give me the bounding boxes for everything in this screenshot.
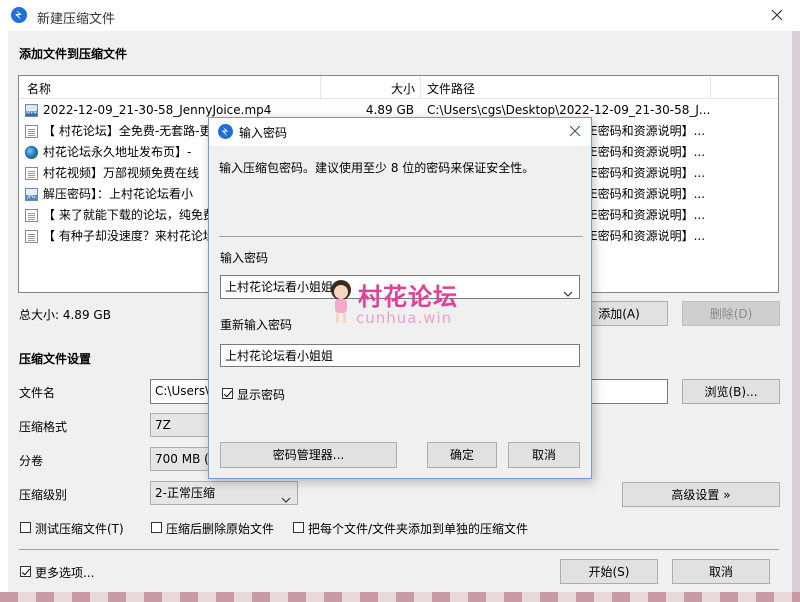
filename-label: 文件名 [19,386,56,400]
window-title: 新建压缩文件 [37,12,116,27]
column-divider [320,76,321,98]
file-name: 【 来了就能下载的论坛，纯免费 [43,208,215,222]
dialog-info-text: 输入压缩包密码。建议使用至少 8 位的密码来保证安全性。 [219,161,535,175]
column-divider [710,76,711,98]
column-divider [420,76,421,98]
dialog-separator [219,236,583,237]
separator [19,549,779,550]
file-name: 解压密码】：上村花论坛看小 [43,187,194,201]
document-icon [25,230,38,243]
chevron-down-icon[interactable] [563,283,573,297]
cancel-button[interactable]: 取消 [672,559,770,584]
level-select-value: 2-正常压缩 [155,486,215,500]
file-name: 村花视频】万部视频免费在线 [43,166,200,180]
separate-archives-checkbox[interactable] [293,522,304,533]
background-strip [792,31,800,602]
test-archive-label[interactable]: 测试压缩文件(T) [35,520,124,537]
watermark-avatar-icon [328,278,354,326]
level-select[interactable]: 2-正常压缩 [150,481,298,505]
ok-button[interactable]: 确定 [427,442,497,468]
column-header-size[interactable]: 大小 [391,80,415,97]
dialog-title-bar: 输入密码 [209,118,591,146]
volume-label: 分卷 [19,454,44,468]
password-label: 输入密码 [220,251,269,265]
watermark-cn: 村花论坛 [358,283,458,311]
more-options-checkbox[interactable] [20,566,31,577]
background-strip [0,592,800,602]
title-bar: 新建压缩文件 [0,0,800,31]
delete-button[interactable]: 删除(D) [682,301,780,326]
document-icon [25,125,38,138]
document-icon [25,167,38,180]
document-icon [25,209,38,222]
chevron-down-icon [281,489,291,503]
password-manager-button[interactable]: 密码管理器... [220,442,397,468]
jpg-file-icon [25,188,38,201]
file-path: E密码和资源说明】... [590,208,706,222]
delete-after-checkbox[interactable] [151,522,162,533]
file-path: E密码和资源说明】... [590,166,706,180]
file-path: E密码和资源说明】... [590,145,706,159]
reenter-label: 重新输入密码 [220,318,293,332]
file-name: 村花论坛永久地址发布页】- [43,145,192,159]
file-name: 【 村花论坛】全免费-无套路-更 [43,124,212,138]
mp4-file-icon [25,104,38,117]
dialog-cancel-button[interactable]: 取消 [508,442,580,468]
column-header-path[interactable]: 文件路径 [427,80,475,97]
dialog-title: 输入密码 [239,126,288,140]
file-path: E密码和资源说明】... [590,229,706,243]
total-size: 总大小: 4.89 GB [19,308,111,322]
app-icon [218,124,233,139]
app-icon [11,7,27,23]
file-path: E密码和资源说明】... [590,187,706,201]
close-icon[interactable] [567,123,583,139]
level-label: 压缩级别 [19,488,68,502]
test-archive-checkbox[interactable] [20,522,31,533]
show-password-label[interactable]: 显示密码 [237,386,285,403]
reenter-input[interactable]: 上村花论坛看小姐姐 [220,344,580,367]
section-add-heading: 添加文件到压缩文件 [19,47,128,61]
format-label: 压缩格式 [19,420,68,434]
start-button[interactable]: 开始(S) [560,559,658,584]
close-icon[interactable] [768,6,786,24]
browse-button[interactable]: 浏览(B)... [682,379,780,404]
password-input-value: 上村花论坛看小姐姐 [225,280,334,294]
column-header-name[interactable]: 名称 [27,80,51,97]
more-options-label[interactable]: 更多选项... [35,564,94,581]
settings-heading: 压缩文件设置 [19,352,92,366]
show-password-checkbox[interactable] [222,388,233,399]
separate-archives-label[interactable]: 把每个文件/文件夹添加到单独的压缩文件 [308,520,528,537]
watermark: 村花论坛 cunhua.win [326,276,486,330]
globe-icon [25,146,38,159]
advanced-settings-button[interactable]: 高级设置 » [622,482,780,507]
file-path: E密码和资源说明】... [590,124,706,138]
watermark-en: cunhua.win [356,309,453,327]
file-list-header: 名称 大小 文件路径 [19,76,778,99]
file-name: 【 有种子却没速度？来村花论坛 [43,229,215,243]
delete-after-label[interactable]: 压缩后删除原始文件 [166,520,274,537]
